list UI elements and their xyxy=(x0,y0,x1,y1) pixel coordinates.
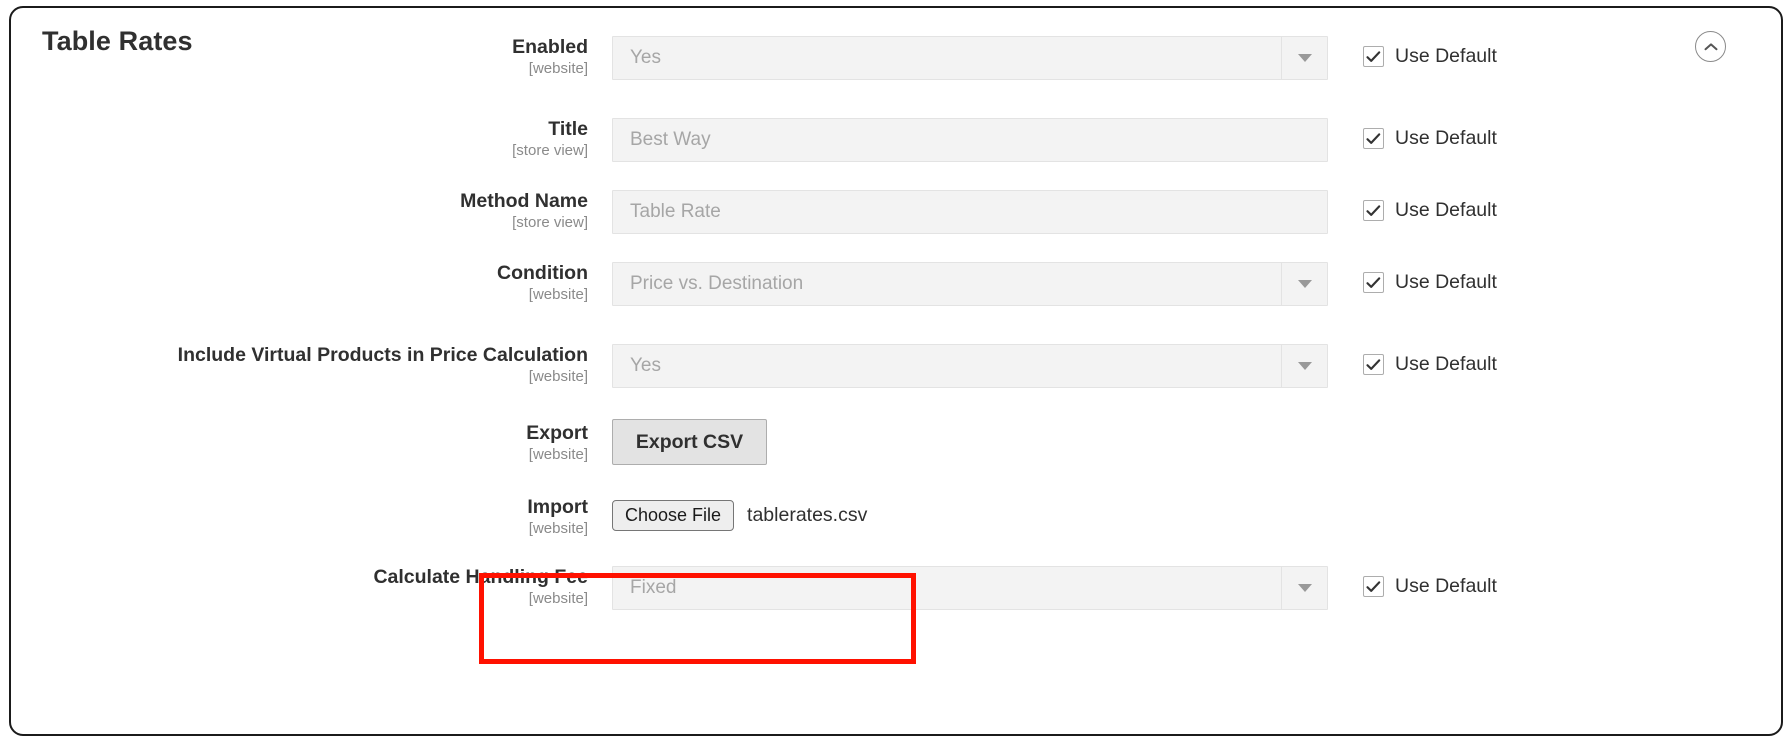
use-default-condition[interactable]: Use Default xyxy=(1363,271,1497,294)
include-virtual-products-select[interactable]: Yes xyxy=(612,344,1328,388)
field-label: Import [website] xyxy=(11,496,588,538)
checkbox-checked-icon[interactable] xyxy=(1363,354,1384,375)
checkbox-checked-icon[interactable] xyxy=(1363,576,1384,597)
input-value: Best Way xyxy=(630,129,711,150)
field-label: Method Name [store view] xyxy=(11,190,588,232)
chevron-down-icon[interactable] xyxy=(1281,345,1327,387)
form-row-method-name: Method Name [store view] Table Rate Use … xyxy=(11,190,1781,244)
method-name-input[interactable]: Table Rate xyxy=(612,190,1328,234)
condition-select[interactable]: Price vs. Destination xyxy=(612,262,1328,306)
use-default-label: Use Default xyxy=(1395,127,1497,149)
input-value: Table Rate xyxy=(630,201,721,222)
field-control: Export CSV xyxy=(612,419,767,465)
select-value: Yes xyxy=(630,355,661,376)
field-label: Include Virtual Products in Price Calcul… xyxy=(11,344,588,386)
title-input[interactable]: Best Way xyxy=(612,118,1328,162)
label-scope: [website] xyxy=(528,590,588,607)
field-control: Yes xyxy=(612,344,1328,388)
selected-file-name: tablerates.csv xyxy=(747,503,868,526)
form-row-export: Export [website] Export CSV xyxy=(11,419,1781,476)
field-control: Yes xyxy=(612,36,1328,80)
use-default-enabled[interactable]: Use Default xyxy=(1363,45,1497,68)
label-scope: [website] xyxy=(528,286,588,303)
form-row-calculate-handling-fee: Calculate Handling Fee [website] Fixed U… xyxy=(11,566,1781,620)
select-value: Fixed xyxy=(630,577,677,598)
label-text: Include Virtual Products in Price Calcul… xyxy=(177,344,588,366)
use-default-title[interactable]: Use Default xyxy=(1363,127,1497,150)
label-scope: [store view] xyxy=(512,214,588,231)
field-control: Choose File tablerates.csv xyxy=(612,492,867,538)
label-text: Import xyxy=(527,496,588,518)
label-text: Calculate Handling Fee xyxy=(373,566,588,588)
page-root: Table Rates Enabled [website] Yes Use De… xyxy=(0,0,1792,743)
select-value: Price vs. Destination xyxy=(630,273,804,294)
field-label: Title [store view] xyxy=(11,118,588,160)
checkbox-checked-icon[interactable] xyxy=(1363,272,1384,293)
use-default-calculate-handling-fee[interactable]: Use Default xyxy=(1363,575,1497,598)
select-value: Yes xyxy=(630,47,661,68)
label-text: Method Name xyxy=(460,190,588,212)
label-scope: [website] xyxy=(528,60,588,77)
field-control: Price vs. Destination xyxy=(612,262,1328,306)
use-default-label: Use Default xyxy=(1395,271,1497,293)
form-row-condition: Condition [website] Price vs. Destinatio… xyxy=(11,262,1781,316)
use-default-label: Use Default xyxy=(1395,353,1497,375)
enabled-select[interactable]: Yes xyxy=(612,36,1328,80)
field-control: Fixed xyxy=(612,566,1328,610)
calculate-handling-fee-select[interactable]: Fixed xyxy=(612,566,1328,610)
checkbox-checked-icon[interactable] xyxy=(1363,128,1384,149)
checkbox-checked-icon[interactable] xyxy=(1363,200,1384,221)
label-text: Export xyxy=(526,422,588,444)
export-csv-button[interactable]: Export CSV xyxy=(612,419,767,465)
chevron-down-icon[interactable] xyxy=(1281,567,1327,609)
file-input-row: Choose File tablerates.csv xyxy=(612,492,867,538)
use-default-label: Use Default xyxy=(1395,45,1497,67)
field-control: Table Rate xyxy=(612,190,1328,234)
label-scope: [website] xyxy=(528,520,588,537)
field-label: Condition [website] xyxy=(11,262,588,304)
chevron-down-icon[interactable] xyxy=(1281,37,1327,79)
label-scope: [store view] xyxy=(512,142,588,159)
form-row-include-virtual-products: Include Virtual Products in Price Calcul… xyxy=(11,344,1781,398)
form-row-enabled: Enabled [website] Yes Use Default xyxy=(11,36,1781,90)
use-default-label: Use Default xyxy=(1395,199,1497,221)
field-control: Best Way xyxy=(612,118,1328,162)
field-label: Enabled [website] xyxy=(11,36,588,78)
chevron-down-icon[interactable] xyxy=(1281,263,1327,305)
checkbox-checked-icon[interactable] xyxy=(1363,46,1384,67)
table-rates-card: Table Rates Enabled [website] Yes Use De… xyxy=(9,6,1783,736)
form-row-title: Title [store view] Best Way Use Default xyxy=(11,118,1781,172)
use-default-include-virtual-products[interactable]: Use Default xyxy=(1363,353,1497,376)
label-text: Condition xyxy=(497,262,588,284)
field-label: Calculate Handling Fee [website] xyxy=(11,566,588,608)
choose-file-button[interactable]: Choose File xyxy=(612,499,735,531)
use-default-method-name[interactable]: Use Default xyxy=(1363,199,1497,222)
label-text: Enabled xyxy=(512,36,588,58)
label-scope: [website] xyxy=(528,368,588,385)
label-text: Title xyxy=(548,118,588,140)
field-label: Export [website] xyxy=(11,422,588,464)
label-scope: [website] xyxy=(528,446,588,463)
form-row-import: Import [website] Choose File tablerates.… xyxy=(11,496,1781,550)
use-default-label: Use Default xyxy=(1395,575,1497,597)
